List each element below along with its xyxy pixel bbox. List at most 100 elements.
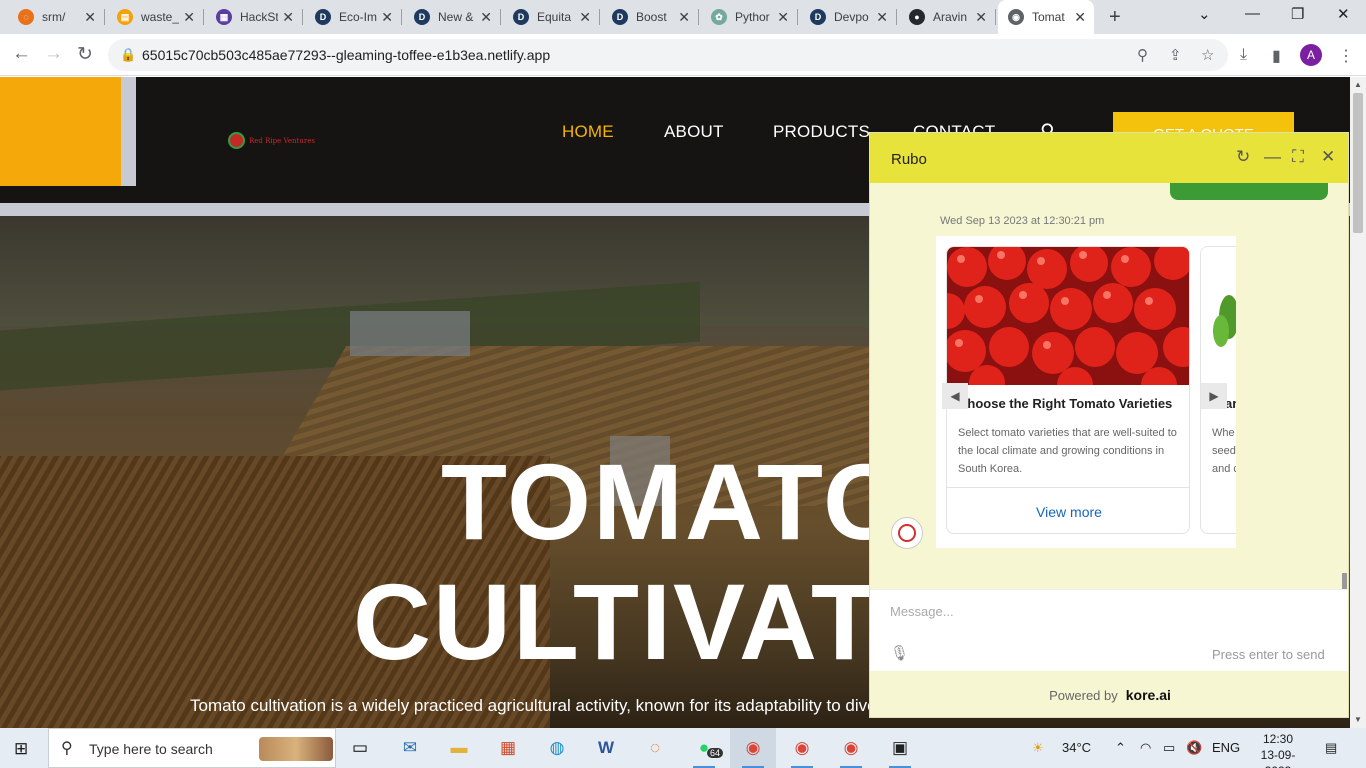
system-clock[interactable]: 12:30 13-09-2023 [1251,731,1305,768]
view-more-button[interactable]: View more [947,487,1189,533]
chat-minimize-icon[interactable]: — [1264,147,1281,167]
url-text[interactable]: 65015c70cb503c485ae77293--gleaming-toffe… [142,47,550,63]
nav-home[interactable]: HOME [562,122,614,142]
restore-window-button[interactable]: ❐ [1291,5,1304,23]
download-icon[interactable]: ⤓ [1240,46,1247,64]
scroll-down-arrow-icon[interactable]: ▼ [1354,715,1362,724]
card-title: Choose the Right Tomato Varieties [958,396,1173,411]
jupyter-icon[interactable]: ◌ [632,728,678,768]
network-icon[interactable]: ◠ [1140,740,1151,756]
close-window-button[interactable]: ✕ [1337,5,1350,23]
windows-start-icon[interactable]: ⊞ [14,739,28,759]
close-tab-icon[interactable]: ✕ [381,9,393,25]
task-view-icon[interactable]: ▭ [337,728,383,768]
close-tab-icon[interactable]: ✕ [777,9,789,25]
site-logo[interactable]: Red Ripe Ventures [228,132,315,149]
chrome-icon[interactable]: ◉ [828,728,874,768]
close-tab-icon[interactable]: ✕ [1074,9,1086,25]
weather-temp[interactable]: 34°C [1062,740,1091,755]
mail-icon[interactable]: ✉ [387,728,433,768]
scrollbar-thumb[interactable] [1353,93,1363,233]
browser-tab[interactable]: ● Aravin ✕ [899,0,996,34]
tray-chevron-icon[interactable]: ⌃ [1115,740,1126,756]
close-tab-icon[interactable]: ✕ [282,9,294,25]
minimize-window-button[interactable]: — [1245,5,1260,22]
whatsapp-icon[interactable]: ● 64 [681,728,727,768]
edge-browser-icon[interactable]: ◍ [534,728,580,768]
close-tab-icon[interactable]: ✕ [678,9,690,25]
d-logo-icon: D [315,9,331,25]
browser-tab[interactable]: ◉ Tomat ✕ [998,0,1094,34]
page-scrollbar[interactable]: ▲ ▼ [1350,77,1366,728]
browser-tab[interactable]: D Eco-Im ✕ [305,0,402,34]
windows-taskbar: ⊞ ⚲ Type here to search ▭ ✉ ▬ ▦ ◍ W ◌ ● 6… [0,728,1366,768]
chrome-profile-a-icon[interactable]: ◉ [730,728,776,768]
browser-tab[interactable]: D Equita ✕ [503,0,600,34]
nav-products[interactable]: PRODUCTS [773,122,870,142]
send-hint: Press enter to send [1212,647,1325,662]
message-timestamp: Wed Sep 13 2023 at 12:30:21 pm [940,215,1105,227]
chat-expand-icon[interactable]: ⛶ [1292,147,1304,167]
browser-tab[interactable]: ✿ Pythor ✕ [701,0,798,34]
language-indicator[interactable]: ENG [1212,740,1240,755]
browser-toolbar: ← → ↻ 🔒 65015c70cb503c485ae77293--gleami… [0,34,1366,76]
address-bar[interactable]: 🔒 65015c70cb503c485ae77293--gleaming-tof… [108,39,1228,71]
terminal-icon[interactable]: ▣ [877,728,923,768]
forward-arrow-icon[interactable]: → [44,43,63,65]
tomato-bot-icon [898,524,916,542]
chat-close-icon[interactable]: ✕ [1321,147,1335,167]
profile-avatar[interactable]: A [1300,44,1322,66]
card-carousel: Choose the Right Tomato Varieties Select… [936,236,1236,548]
tab-search-chevron-icon[interactable]: ⌄ [1198,5,1211,23]
bookmark-star-icon[interactable]: ☆ [1201,46,1214,64]
nav-about[interactable]: ABOUT [664,122,724,142]
notifications-icon[interactable]: ▤ [1325,740,1337,756]
browser-menu-icon[interactable]: ⋮ [1338,46,1354,66]
close-tab-icon[interactable]: ✕ [480,9,492,25]
file-explorer-icon[interactable]: ▬ [436,728,482,768]
volume-muted-icon[interactable]: 🔇 [1186,740,1202,756]
close-tab-icon[interactable]: ✕ [579,9,591,25]
close-tab-icon[interactable]: ✕ [975,9,987,25]
notebook-icon: ▤ [117,9,133,25]
chatbot-window: Rubo ↻ — ⛶ ✕ Wed Sep 13 2023 at 12:30:21… [869,132,1349,718]
browser-tab[interactable]: D New & ✕ [404,0,501,34]
back-arrow-icon[interactable]: ← [12,43,31,65]
message-input[interactable] [890,604,1330,619]
tab-separator [401,9,402,25]
browser-tab[interactable]: ▤ waste_ ✕ [107,0,204,34]
carousel-prev-arrow-icon[interactable]: ◀ [942,383,968,409]
chrome-profile-b-icon[interactable]: ◉ [779,728,825,768]
close-tab-icon[interactable]: ✕ [876,9,888,25]
taskbar-search-box[interactable]: ⚲ Type here to search [48,728,336,768]
close-tab-icon[interactable]: ✕ [183,9,195,25]
reload-icon[interactable]: ↻ [77,43,93,66]
browser-tab[interactable]: ▦ HackSt ✕ [206,0,303,34]
browser-tab[interactable]: D Devpo ✕ [800,0,897,34]
grid-icon: ▦ [216,9,232,25]
microphone-icon[interactable]: 🎙 [890,644,909,662]
chat-reconnect-icon[interactable]: ↻ [1236,147,1250,167]
tab-title: waste_ [141,10,179,24]
carousel-next-arrow-icon[interactable]: ▶ [1201,383,1227,409]
location-pin-icon[interactable]: ⚲ [1137,46,1148,64]
search-icon: ⚲ [61,740,73,757]
microsoft-store-icon[interactable]: ▦ [485,728,531,768]
battery-icon[interactable]: ▭ [1163,740,1175,756]
new-tab-button[interactable]: + [1109,6,1121,29]
chat-scrollbar[interactable] [1342,573,1347,589]
close-tab-icon[interactable]: ✕ [84,9,96,25]
card-description: Whe seed and c [1212,427,1236,475]
tab-separator [599,9,600,25]
browser-tab[interactable]: D Boost ✕ [602,0,699,34]
lock-icon[interactable]: 🔒 [120,47,136,63]
tab-separator [203,9,204,25]
scroll-up-arrow-icon[interactable]: ▲ [1354,80,1362,89]
weather-icon[interactable]: ☀ [1032,740,1044,756]
side-panel-icon[interactable]: ▮ [1272,46,1281,66]
word-icon[interactable]: W [583,728,629,768]
tab-title: New & [438,10,474,24]
share-icon[interactable]: ⇪ [1169,46,1182,64]
kore-ai-logo[interactable]: kore.ai [1126,687,1171,703]
browser-tab[interactable]: ◌ srm/ ✕ [8,0,105,34]
